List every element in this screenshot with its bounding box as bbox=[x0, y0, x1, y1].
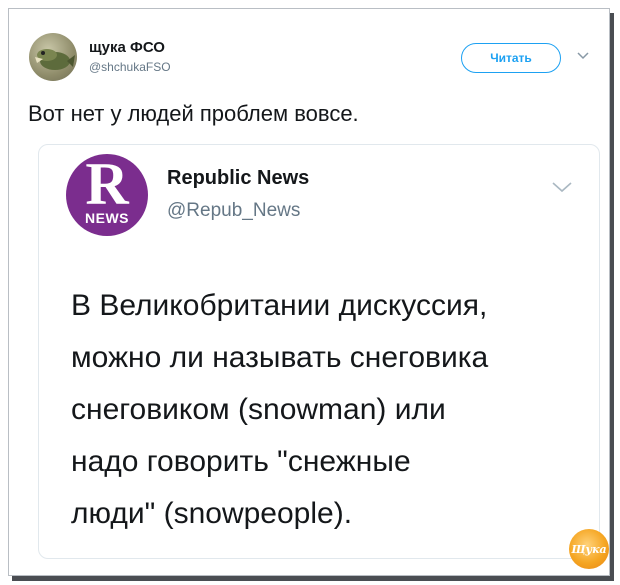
tweet-text: Вот нет у людей проблем вовсе. bbox=[28, 101, 359, 126]
quoted-text-line: надо говорить "снежные bbox=[71, 445, 411, 478]
avatar[interactable] bbox=[29, 33, 77, 81]
logo-label: NEWS bbox=[85, 210, 129, 226]
quoted-author-name[interactable]: Republic News bbox=[167, 167, 309, 190]
quoted-text-line: можно ли называть снеговика bbox=[71, 341, 489, 374]
author-handle[interactable]: @shchukaFSO bbox=[89, 60, 171, 74]
quoted-text-line: снеговиком (snowman) или bbox=[71, 393, 446, 426]
pike-image bbox=[35, 49, 75, 70]
quoted-tweet-text: В Великобритании дискуссия, можно ли наз… bbox=[71, 280, 581, 540]
watermark-text: Щука bbox=[571, 542, 607, 556]
quoted-tweet[interactable]: R NEWS Republic News @Repub_News В Велик… bbox=[38, 144, 600, 559]
follow-button[interactable]: Читать bbox=[461, 43, 561, 73]
author-name[interactable]: щука ФСО bbox=[89, 39, 165, 56]
chevron-down-icon[interactable] bbox=[551, 180, 573, 194]
quoted-text-line: В Великобритании дискуссия, bbox=[71, 289, 488, 322]
logo-letter: R bbox=[85, 151, 129, 217]
republic-news-logo[interactable]: R NEWS bbox=[66, 151, 148, 236]
chevron-down-icon[interactable] bbox=[576, 51, 590, 61]
tweet-card: щука ФСО @shchukaFSO Читать Вот нет у лю… bbox=[8, 8, 610, 576]
quoted-text-line: люди" (snowpeople). bbox=[71, 497, 353, 530]
quoted-author-handle[interactable]: @Repub_News bbox=[167, 200, 300, 222]
watermark-logo: Щука bbox=[569, 529, 609, 569]
